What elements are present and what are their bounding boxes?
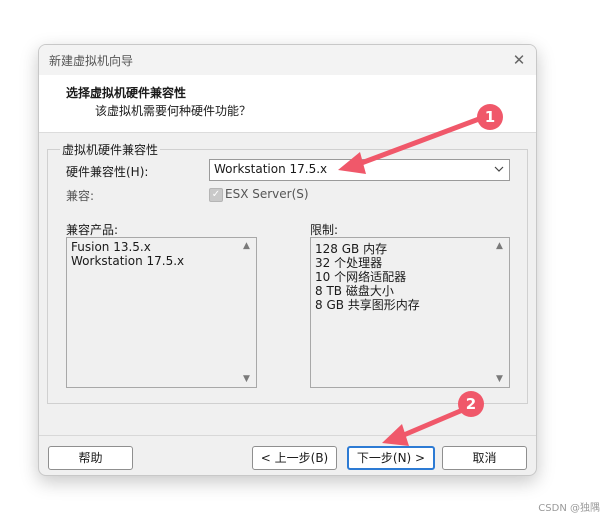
annotation-marker-1: 1 — [477, 104, 503, 130]
watermark: CSDN @独隅 — [538, 503, 600, 514]
annotation-marker-2: 2 — [458, 391, 484, 417]
annotation-arrows — [338, 116, 482, 446]
